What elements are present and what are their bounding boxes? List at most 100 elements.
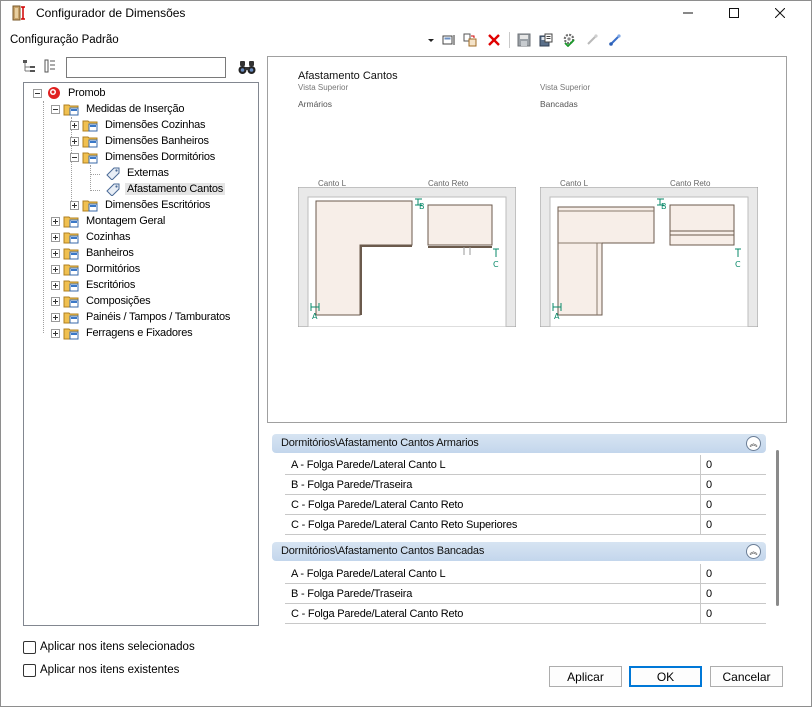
property-value[interactable]: 0 — [700, 455, 766, 474]
folder-icon — [63, 216, 79, 228]
marker-c-right: C — [735, 260, 741, 269]
folder-icon — [82, 120, 98, 132]
property-value[interactable]: 0 — [700, 604, 766, 623]
close-icon — [775, 8, 785, 18]
dimension-configurator-window: Configurador de Dimensões Configuração P… — [0, 0, 812, 707]
collapse-toggle[interactable] — [51, 104, 60, 114]
list-view-icon[interactable] — [43, 59, 57, 73]
expand-toggle[interactable] — [51, 248, 60, 258]
preview-title: Afastamento Cantos — [298, 70, 398, 82]
tree-node-paineis-tampos[interactable]: Painéis / Tampos / Tamburatos — [51, 309, 232, 325]
expand-toggle[interactable] — [51, 232, 60, 242]
tree-node-cozinhas[interactable]: Cozinhas — [51, 229, 132, 245]
property-value[interactable]: 0 — [700, 515, 766, 534]
window-title: Configurador de Dimensões — [36, 6, 186, 20]
delete-button[interactable] — [485, 31, 503, 49]
expand-toggle[interactable] — [70, 136, 79, 146]
close-button[interactable] — [757, 1, 803, 25]
property-value[interactable]: 0 — [700, 584, 766, 603]
property-value[interactable]: 0 — [700, 495, 766, 514]
apply-existing-checkbox-row[interactable]: Aplicar nos itens existentes — [23, 662, 179, 678]
tree-node-externas[interactable]: Externas — [104, 165, 171, 181]
category-tree[interactable]: Promob Medidas de Inserção Dimensões Coz… — [23, 82, 259, 626]
tree-node-dormitorios[interactable]: Dormitórios — [51, 261, 142, 277]
property-row: B - Folga Parede/Traseira 0 — [285, 475, 766, 495]
folder-icon — [82, 200, 98, 212]
save-button[interactable] — [515, 31, 533, 49]
link-blue-button[interactable] — [606, 31, 624, 49]
tree-line — [43, 101, 44, 333]
expand-toggle[interactable] — [51, 216, 60, 226]
property-row: C - Folga Parede/Lateral Canto Reto 0 — [285, 604, 766, 624]
maximize-button[interactable] — [711, 1, 757, 25]
tree-node-dimensoes-dormitorios[interactable]: Dimensões Dormitórios — [70, 149, 217, 165]
property-grid-scrollbar[interactable] — [776, 450, 779, 606]
marker-a-right: A — [554, 312, 560, 321]
expand-toggle[interactable] — [51, 312, 60, 322]
configuration-name: Configuração Padrão — [10, 34, 119, 46]
expand-toggle[interactable] — [51, 296, 60, 306]
property-value[interactable]: 0 — [700, 475, 766, 494]
tree-line — [90, 174, 100, 175]
expand-toggle[interactable] — [70, 200, 79, 210]
expand-toggle[interactable] — [70, 120, 79, 130]
minimize-button[interactable] — [665, 1, 711, 25]
apply-gear-icon — [563, 33, 575, 47]
apply-selected-checkbox[interactable] — [23, 640, 36, 654]
tree-node-dimensoes-escritorios[interactable]: Dimensões Escritórios — [70, 197, 212, 213]
cancel-button[interactable]: Cancelar — [710, 666, 783, 687]
collapse-toggle[interactable] — [33, 88, 42, 98]
apply-settings-button[interactable] — [560, 31, 578, 49]
tree-node-afastamento-cantos[interactable]: Afastamento Cantos — [104, 181, 226, 197]
folder-open-icon — [63, 104, 79, 116]
apply-button[interactable]: Aplicar — [549, 666, 622, 687]
tree-node-promob[interactable]: Promob — [33, 85, 107, 101]
tree-node-montagem-geral[interactable]: Montagem Geral — [51, 213, 167, 229]
expand-toggle[interactable] — [51, 264, 60, 274]
collapse-up-icon[interactable]: ︽ — [746, 544, 761, 559]
property-value[interactable]: 0 — [700, 564, 766, 583]
collapse-up-icon[interactable]: ︽ — [746, 436, 761, 451]
apply-existing-checkbox[interactable] — [23, 663, 36, 677]
property-row: C - Folga Parede/Lateral Canto Reto 0 — [285, 495, 766, 515]
group-header-bancadas[interactable]: Dormitórios\Afastamento Cantos Bancadas … — [272, 542, 766, 561]
folder-open-icon — [82, 152, 98, 164]
apply-selected-checkbox-row[interactable]: Aplicar nos itens selecionados — [23, 639, 195, 655]
tree-node-banheiros[interactable]: Banheiros — [51, 245, 136, 261]
search-input[interactable] — [66, 57, 226, 78]
tree-node-composicoes[interactable]: Composições — [51, 293, 152, 309]
armarios-diagram: B C A — [298, 187, 516, 327]
folder-icon — [63, 248, 79, 260]
tree-node-dimensoes-cozinhas[interactable]: Dimensões Cozinhas — [70, 117, 207, 133]
expand-toggle[interactable] — [51, 280, 60, 290]
save-as-button[interactable] — [537, 31, 555, 49]
tag-icon — [106, 167, 120, 180]
marker-b-left: B — [419, 202, 425, 211]
title-bar: Configurador de Dimensões — [1, 1, 811, 25]
tree-node-ferragens[interactable]: Ferragens e Fixadores — [51, 325, 194, 341]
marker-b-right: B — [661, 202, 667, 211]
bancadas-diagram: B C A — [540, 187, 758, 327]
tree-node-escritorios[interactable]: Escritórios — [51, 277, 137, 293]
collapse-toggle[interactable] — [70, 152, 79, 162]
tree-node-medidas-insercao[interactable]: Medidas de Inserção — [51, 101, 186, 117]
group-header-armarios[interactable]: Dormitórios\Afastamento Cantos Armarios … — [272, 434, 766, 453]
ok-button[interactable]: OK — [629, 666, 702, 687]
expand-toggle[interactable] — [51, 328, 60, 338]
configuration-dropdown-button[interactable] — [422, 31, 440, 49]
preview-panel: Afastamento Cantos Vista Superior Armári… — [267, 56, 787, 423]
folder-icon — [63, 280, 79, 292]
tag-icon — [106, 183, 120, 196]
tree-node-dimensoes-banheiros[interactable]: Dimensões Banheiros — [70, 133, 211, 149]
promob-logo-icon — [48, 87, 60, 99]
app-icon — [12, 5, 25, 21]
binoculars-icon[interactable] — [238, 59, 256, 75]
right-view-label: Vista Superior — [540, 83, 591, 92]
cabinet-view-button[interactable] — [440, 31, 458, 49]
copy-settings-icon — [463, 33, 477, 47]
tree-view-icon[interactable] — [22, 59, 36, 73]
delete-icon — [488, 34, 500, 46]
copy-settings-button[interactable] — [461, 31, 479, 49]
configuration-bar: Configuração Padrão — [1, 29, 811, 51]
link-button[interactable] — [583, 31, 601, 49]
